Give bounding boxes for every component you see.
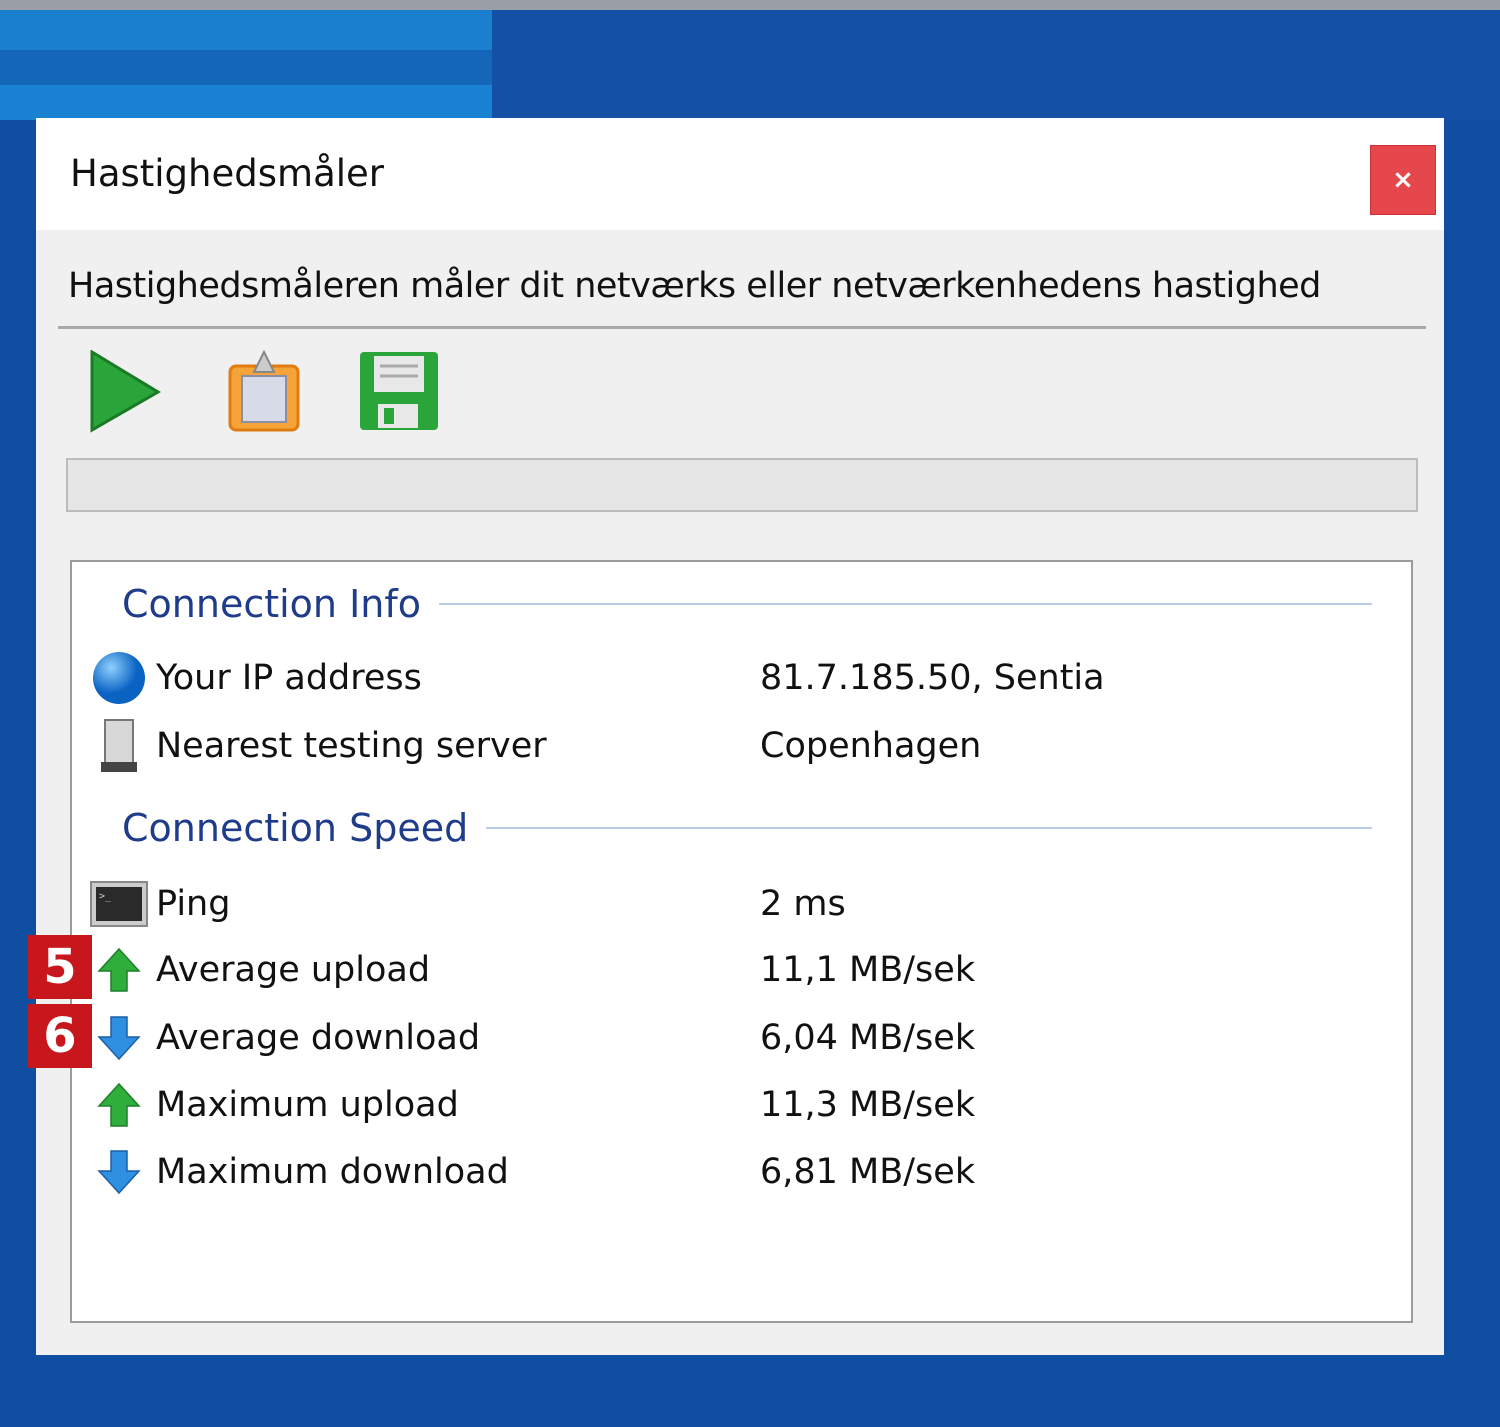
save-icon — [360, 352, 438, 430]
row-label: Average download — [156, 1018, 481, 1058]
maximum-upload-row: Maximum upload 11,3 MB/sek — [90, 1075, 1390, 1135]
upload-arrow-icon — [90, 941, 148, 999]
row-label: Maximum upload — [156, 1085, 459, 1125]
row-value: 81.7.185.50, Sentia — [760, 658, 1105, 698]
copy-button[interactable] — [224, 349, 308, 434]
row-value: 2 ms — [760, 884, 846, 924]
close-button[interactable]: × — [1370, 145, 1436, 215]
speed-test-window: Hastighedsmåler × Hastighedsmåleren måle… — [36, 118, 1444, 1355]
download-arrow-icon — [90, 1009, 148, 1067]
row-value: 11,1 MB/sek — [760, 950, 976, 990]
clipboard-icon — [228, 349, 300, 432]
ping-row: >_ Ping 2 ms — [90, 874, 1390, 934]
section-line — [439, 603, 1372, 605]
callout-badge: 5 — [28, 935, 92, 999]
row-label: Your IP address — [156, 658, 422, 698]
ip-address-row: Your IP address 81.7.185.50, Sentia — [90, 648, 1390, 708]
row-label: Ping — [156, 884, 231, 924]
row-value: Copenhagen — [760, 726, 982, 766]
upload-arrow-icon — [90, 1076, 148, 1134]
row-label: Nearest testing server — [156, 726, 547, 766]
divider — [58, 326, 1426, 329]
progress-bar — [66, 458, 1418, 512]
row-value: 6,81 MB/sek — [760, 1152, 976, 1192]
row-label: Average upload — [156, 950, 431, 990]
callout-badge: 6 — [28, 1004, 92, 1068]
connection-speed-heading: Connection Speed — [122, 806, 1372, 850]
connection-info-heading: Connection Info — [122, 582, 1372, 626]
terminal-icon: >_ — [90, 875, 148, 933]
section-line — [486, 827, 1372, 829]
server-icon — [90, 717, 148, 775]
top-strip — [0, 0, 1500, 10]
row-value: 6,04 MB/sek — [760, 1018, 976, 1058]
desktop-background — [0, 10, 492, 120]
results-panel: Connection Info Your IP address 81.7.185… — [70, 560, 1413, 1323]
window-title: Hastighedsmåler — [70, 152, 384, 195]
play-icon — [90, 349, 161, 433]
globe-icon — [90, 649, 148, 707]
start-test-button[interactable] — [86, 349, 170, 434]
maximum-download-row: Maximum download 6,81 MB/sek — [90, 1142, 1390, 1202]
svg-text:>_: >_ — [99, 891, 112, 902]
description: Hastighedsmåleren måler dit netværks ell… — [68, 266, 1321, 306]
average-download-row: Average download 6,04 MB/sek — [90, 1008, 1390, 1068]
section-title: Connection Info — [122, 582, 422, 626]
average-upload-row: Average upload 11,1 MB/sek — [90, 940, 1390, 1000]
row-label: Maximum download — [156, 1152, 509, 1192]
row-value: 11,3 MB/sek — [760, 1085, 976, 1125]
save-button[interactable] — [358, 350, 442, 434]
section-title: Connection Speed — [122, 806, 469, 850]
desktop-background — [492, 10, 1500, 120]
server-row: Nearest testing server Copenhagen — [90, 716, 1390, 776]
download-arrow-icon — [90, 1143, 148, 1201]
title-bar: Hastighedsmåler × — [36, 118, 1444, 230]
